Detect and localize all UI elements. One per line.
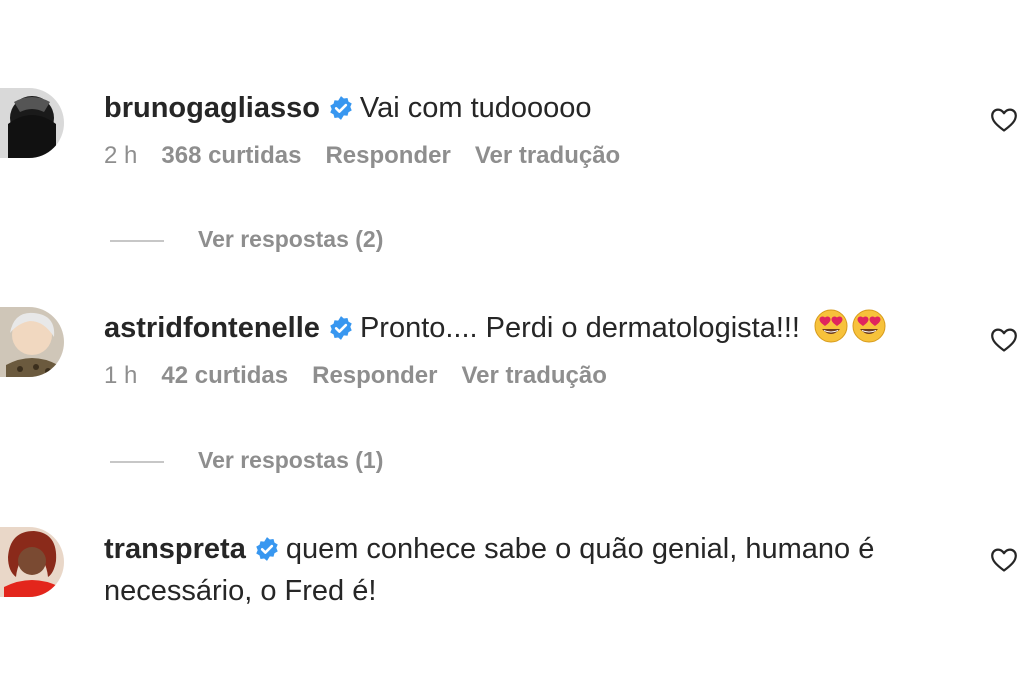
heart-eyes-emoji-icon [852,309,886,343]
username[interactable]: astridfontenelle [104,312,320,344]
username[interactable]: transpreta [104,533,246,565]
comment-time: 2 h [104,142,138,169]
avatar[interactable] [0,88,64,158]
view-replies-label: Ver respostas (2) [198,226,384,252]
heart-icon[interactable] [990,327,1018,353]
username[interactable]: brunogagliasso [104,92,320,124]
divider [110,239,164,242]
reply-button[interactable]: Responder [312,362,437,389]
comments-list: brunogagliasso Vai com tudooooo 2 h 368 cu… [0,0,1024,683]
reply-button[interactable]: Responder [325,142,450,169]
comment-text: Vai com tudooooo [359,92,592,124]
likes-count[interactable]: 42 curtidas [161,362,288,389]
heart-eyes-emoji-icon [814,309,848,343]
heart-icon[interactable] [990,547,1018,573]
heart-icon[interactable] [990,107,1018,133]
view-replies-label: Ver respostas (1) [198,447,384,473]
translate-button[interactable]: Ver tradução [475,142,620,169]
avatar[interactable] [0,307,64,377]
likes-count[interactable]: 368 curtidas [161,142,301,169]
verified-badge-icon [330,316,352,340]
verified-badge-icon [256,537,278,561]
avatar[interactable] [0,527,64,597]
view-replies-button[interactable]: Ver respostas (1) [110,447,383,474]
view-replies-button[interactable]: Ver respostas (2) [110,226,383,253]
verified-badge-icon [330,96,352,120]
divider [110,460,164,463]
comment-time: 1 h [104,362,138,389]
translate-button[interactable]: Ver tradução [461,362,606,389]
comment-text: Pronto.... Perdi o dermatologista!!! [359,312,800,344]
